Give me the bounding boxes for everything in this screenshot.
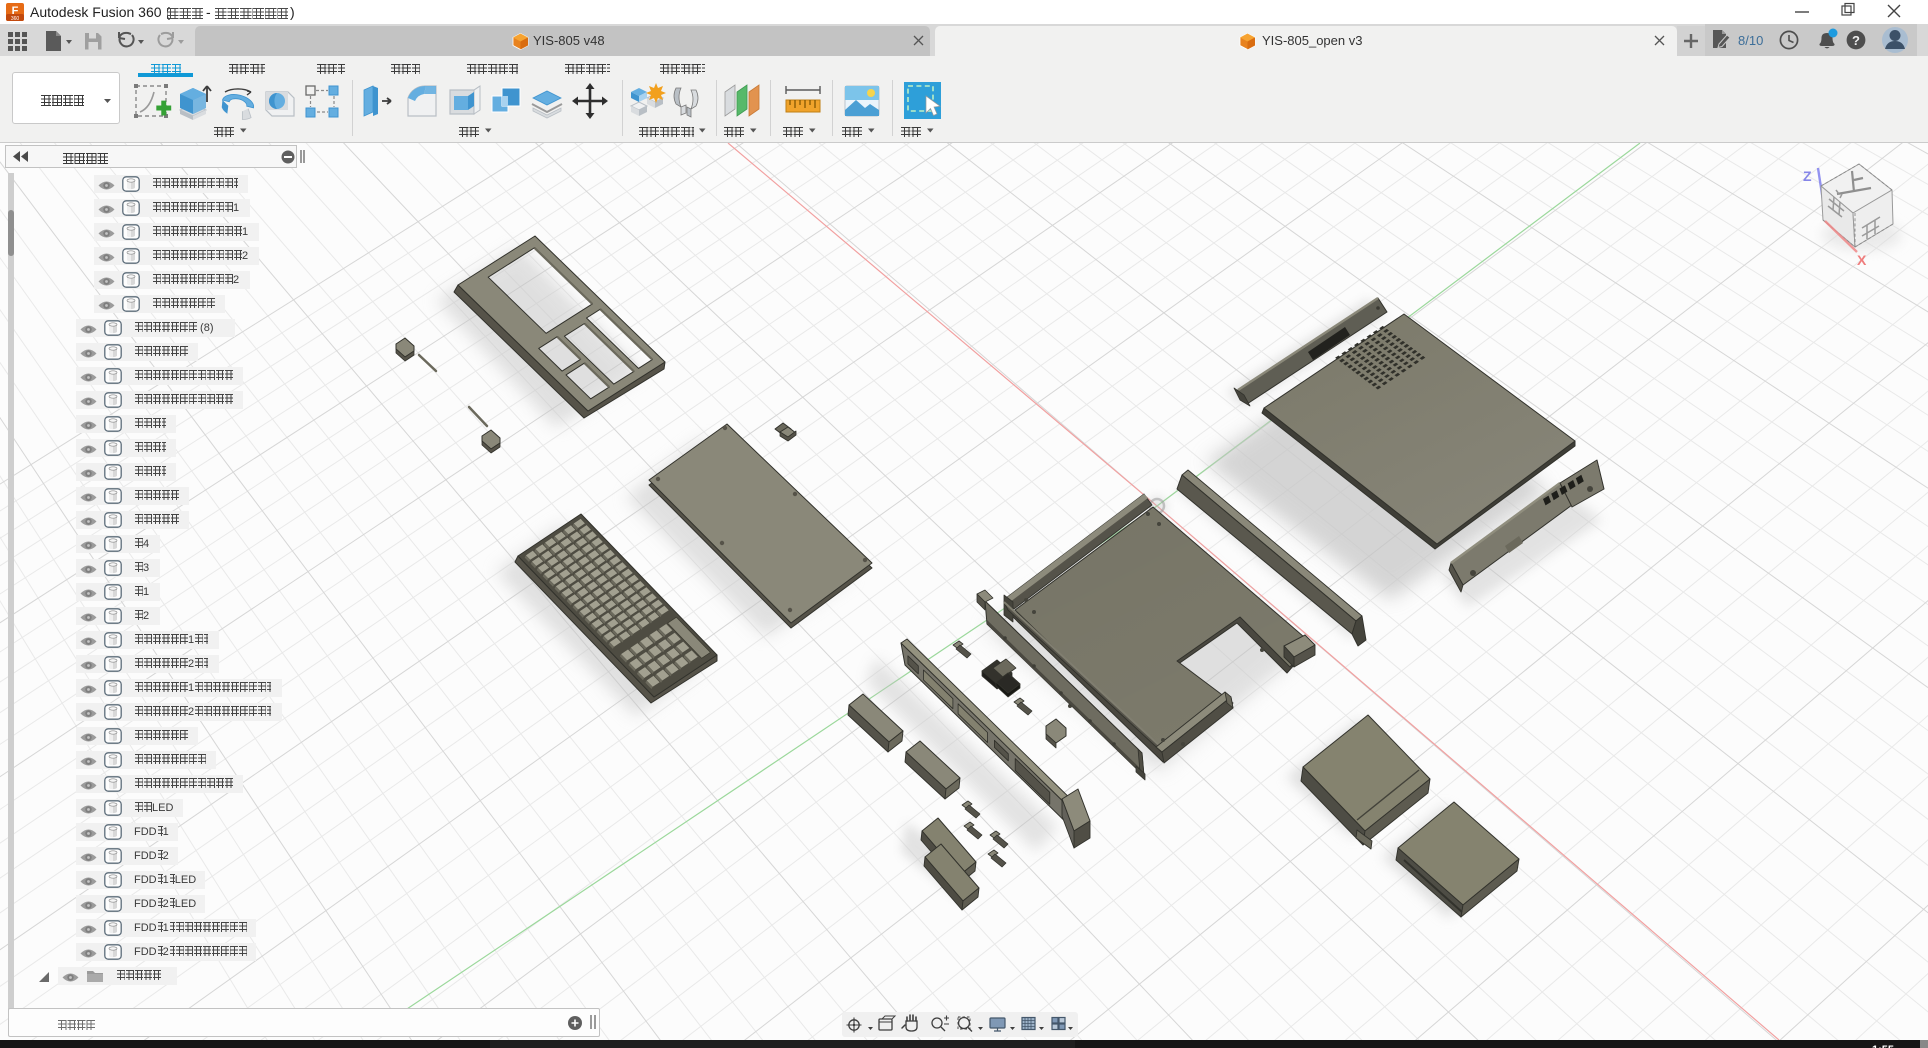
svg-text:?: ? [1852,33,1860,48]
svg-text:Z: Z [1803,168,1812,184]
svg-text:X: X [1857,252,1867,268]
svg-text:360: 360 [11,16,20,21]
svg-text:8/10: 8/10 [1738,33,1763,48]
